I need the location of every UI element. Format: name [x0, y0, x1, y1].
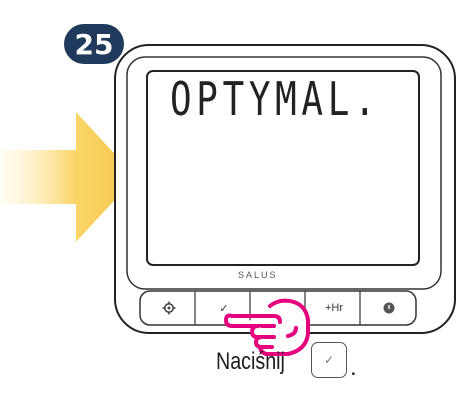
- settings-button[interactable]: [143, 292, 195, 324]
- display-text: OPTYMAL.: [170, 72, 381, 126]
- check-icon: ✓: [323, 353, 335, 367]
- power-button[interactable]: [363, 292, 415, 324]
- plus-hour-label: +Hr: [324, 302, 344, 314]
- instruction-period: .: [350, 354, 357, 381]
- brand-logo: SALUS: [238, 270, 278, 280]
- power-icon: [383, 302, 395, 314]
- instruction-text: Naciśnij: [216, 348, 285, 375]
- confirm-key-icon: ✓: [311, 342, 347, 378]
- step-number-badge: 25: [64, 24, 124, 64]
- gear-icon: [162, 301, 176, 315]
